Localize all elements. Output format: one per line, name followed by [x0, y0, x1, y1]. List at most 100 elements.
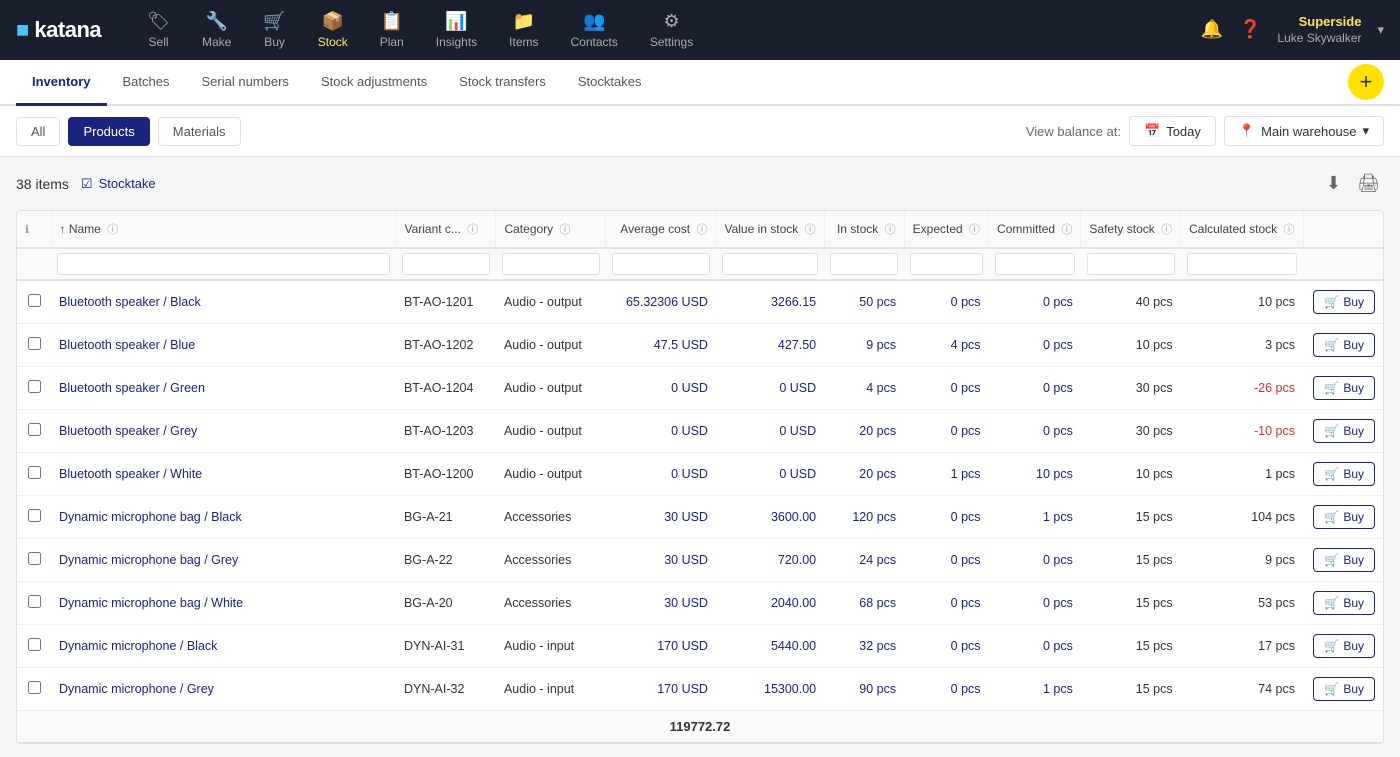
row-expected-link-7[interactable]: 0 pcs	[951, 596, 981, 610]
row-buy-button-3[interactable]: 🛒 Buy	[1313, 419, 1375, 443]
filter-products-button[interactable]: Products	[68, 117, 149, 146]
nav-sell[interactable]: 🏷 Sell	[133, 5, 184, 55]
stocktake-button[interactable]: ☑ Stocktake	[81, 176, 156, 192]
nav-contacts[interactable]: 👥 Contacts	[557, 5, 632, 55]
row-buy-button-0[interactable]: 🛒 Buy	[1313, 290, 1375, 314]
header-variant[interactable]: Variant c... ⓘ	[396, 211, 496, 248]
nav-items[interactable]: 📁 Items	[495, 5, 552, 55]
row-checkbox-3[interactable]	[28, 423, 41, 436]
tab-stock-adjustments[interactable]: Stock adjustments	[305, 60, 443, 106]
row-valueinstock-link-7[interactable]: 2040.00	[771, 596, 816, 610]
filter-instock-input[interactable]	[830, 253, 898, 275]
header-category[interactable]: Category ⓘ	[496, 211, 606, 248]
tab-inventory[interactable]: Inventory	[16, 60, 107, 106]
row-valueinstock-link-8[interactable]: 5440.00	[771, 639, 816, 653]
filter-expected-input[interactable]	[910, 253, 982, 275]
nav-stock[interactable]: 📦 Stock	[304, 5, 362, 55]
row-valueinstock-link-6[interactable]: 720.00	[778, 553, 816, 567]
row-instock-link-0[interactable]: 50 pcs	[859, 295, 896, 309]
nav-settings[interactable]: ⚙ Settings	[636, 5, 707, 55]
row-checkbox-4[interactable]	[28, 466, 41, 479]
row-expected-link-6[interactable]: 0 pcs	[951, 553, 981, 567]
add-button[interactable]: +	[1348, 64, 1384, 100]
row-expected-link-3[interactable]: 0 pcs	[951, 424, 981, 438]
header-calculated-stock[interactable]: Calculated stock ⓘ	[1181, 211, 1303, 248]
nav-buy[interactable]: 🛒 Buy	[249, 5, 299, 55]
app-logo[interactable]: ■ katana	[16, 17, 101, 43]
row-committed-link-5[interactable]: 1 pcs	[1043, 510, 1073, 524]
row-checkbox-1[interactable]	[28, 337, 41, 350]
nav-insights[interactable]: 📊 Insights	[422, 5, 491, 55]
row-buy-button-5[interactable]: 🛒 Buy	[1313, 505, 1375, 529]
row-checkbox-8[interactable]	[28, 638, 41, 651]
row-expected-link-9[interactable]: 0 pcs	[951, 682, 981, 696]
row-name-link-7[interactable]: Dynamic microphone bag / White	[59, 596, 243, 610]
filter-category-input[interactable]	[502, 253, 600, 275]
row-buy-button-1[interactable]: 🛒 Buy	[1313, 333, 1375, 357]
row-committed-link-3[interactable]: 0 pcs	[1043, 424, 1073, 438]
row-buy-button-8[interactable]: 🛒 Buy	[1313, 634, 1375, 658]
row-avgcost-link-2[interactable]: 0 USD	[671, 381, 708, 395]
user-info[interactable]: Superside Luke Skywalker	[1277, 14, 1361, 46]
row-checkbox-2[interactable]	[28, 380, 41, 393]
notifications-icon[interactable]: 🔔	[1201, 19, 1223, 40]
header-name[interactable]: ↑ Name ⓘ	[51, 211, 396, 248]
row-expected-link-5[interactable]: 0 pcs	[951, 510, 981, 524]
row-valueinstock-link-9[interactable]: 15300.00	[764, 682, 816, 696]
row-committed-link-4[interactable]: 10 pcs	[1036, 467, 1073, 481]
row-committed-link-6[interactable]: 0 pcs	[1043, 553, 1073, 567]
row-avgcost-link-0[interactable]: 65.32306 USD	[626, 295, 708, 309]
tab-stocktakes[interactable]: Stocktakes	[562, 60, 658, 106]
row-name-link-2[interactable]: Bluetooth speaker / Green	[59, 381, 205, 395]
row-instock-link-9[interactable]: 90 pcs	[859, 682, 896, 696]
user-menu-chevron[interactable]: ▾	[1377, 22, 1384, 38]
filter-committed-input[interactable]	[995, 253, 1075, 275]
filter-name-input[interactable]	[57, 253, 390, 275]
tab-batches[interactable]: Batches	[107, 60, 186, 106]
row-name-link-4[interactable]: Bluetooth speaker / White	[59, 467, 202, 481]
row-checkbox-6[interactable]	[28, 552, 41, 565]
tab-serial-numbers[interactable]: Serial numbers	[186, 60, 305, 106]
row-valueinstock-link-1[interactable]: 427.50	[778, 338, 816, 352]
row-committed-link-2[interactable]: 0 pcs	[1043, 381, 1073, 395]
row-checkbox-0[interactable]	[28, 294, 41, 307]
row-avgcost-link-4[interactable]: 0 USD	[671, 467, 708, 481]
row-expected-link-0[interactable]: 0 pcs	[951, 295, 981, 309]
print-button[interactable]: 🖨	[1353, 169, 1384, 198]
tab-stock-transfers[interactable]: Stock transfers	[443, 60, 562, 106]
row-instock-link-8[interactable]: 32 pcs	[859, 639, 896, 653]
row-avgcost-link-9[interactable]: 170 USD	[657, 682, 708, 696]
filter-avgcost-input[interactable]	[612, 253, 710, 275]
row-instock-link-7[interactable]: 68 pcs	[859, 596, 896, 610]
row-committed-link-1[interactable]: 0 pcs	[1043, 338, 1073, 352]
header-value-in-stock[interactable]: Value in stock ⓘ	[716, 211, 824, 248]
row-checkbox-9[interactable]	[28, 681, 41, 694]
row-name-link-1[interactable]: Bluetooth speaker / Blue	[59, 338, 195, 352]
row-committed-link-9[interactable]: 1 pcs	[1043, 682, 1073, 696]
header-in-stock[interactable]: In stock ⓘ	[824, 211, 904, 248]
row-committed-link-8[interactable]: 0 pcs	[1043, 639, 1073, 653]
nav-plan[interactable]: 📋 Plan	[366, 5, 418, 55]
row-avgcost-link-8[interactable]: 170 USD	[657, 639, 708, 653]
row-avgcost-link-1[interactable]: 47.5 USD	[654, 338, 708, 352]
row-buy-button-4[interactable]: 🛒 Buy	[1313, 462, 1375, 486]
row-buy-button-2[interactable]: 🛒 Buy	[1313, 376, 1375, 400]
header-avg-cost[interactable]: Average cost ⓘ	[606, 211, 716, 248]
row-avgcost-link-3[interactable]: 0 USD	[671, 424, 708, 438]
row-avgcost-link-6[interactable]: 30 USD	[664, 553, 708, 567]
row-valueinstock-link-5[interactable]: 3600.00	[771, 510, 816, 524]
filter-variant-input[interactable]	[402, 253, 490, 275]
row-instock-link-5[interactable]: 120 pcs	[852, 510, 896, 524]
row-instock-link-1[interactable]: 9 pcs	[866, 338, 896, 352]
row-buy-button-7[interactable]: 🛒 Buy	[1313, 591, 1375, 615]
row-buy-button-6[interactable]: 🛒 Buy	[1313, 548, 1375, 572]
row-checkbox-7[interactable]	[28, 595, 41, 608]
today-button[interactable]: 📅 Today	[1129, 116, 1216, 146]
row-name-link-6[interactable]: Dynamic microphone bag / Grey	[59, 553, 238, 567]
row-committed-link-0[interactable]: 0 pcs	[1043, 295, 1073, 309]
row-valueinstock-link-2[interactable]: 0 USD	[779, 381, 816, 395]
row-instock-link-6[interactable]: 24 pcs	[859, 553, 896, 567]
row-expected-link-2[interactable]: 0 pcs	[951, 381, 981, 395]
row-avgcost-link-7[interactable]: 30 USD	[664, 596, 708, 610]
nav-make[interactable]: 🔧 Make	[188, 5, 245, 55]
